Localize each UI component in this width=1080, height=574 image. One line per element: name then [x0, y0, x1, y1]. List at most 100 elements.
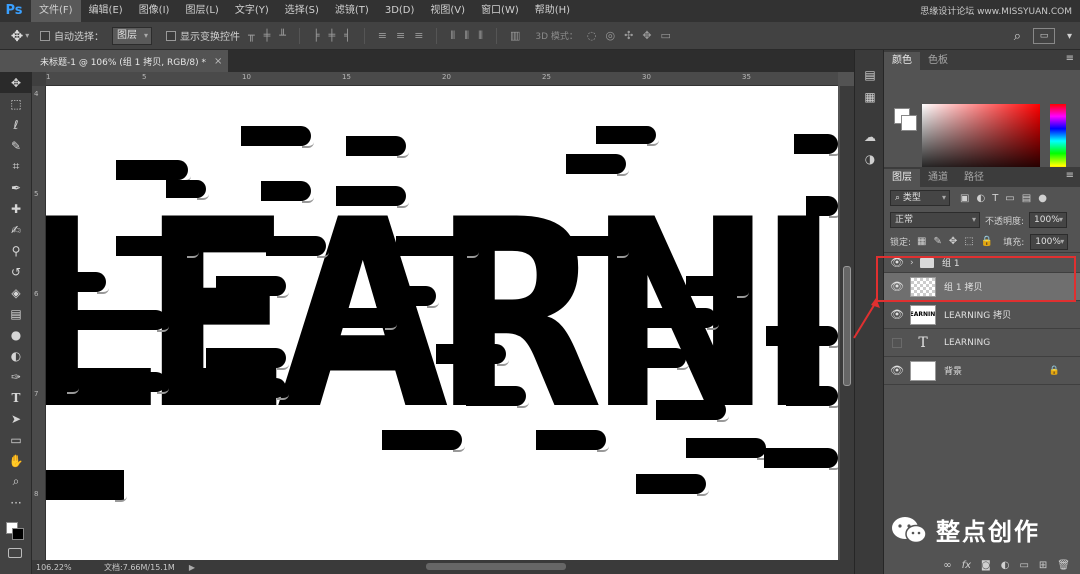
lock-transparent-icon[interactable]: ▦ — [917, 236, 926, 247]
move-tool-icon[interactable]: ✥ — [0, 72, 32, 93]
filter-type-icon[interactable]: T — [992, 193, 998, 204]
history-panel-icon[interactable]: ▤ — [855, 64, 885, 86]
canvas-area[interactable]: LEARNING — [46, 86, 838, 560]
distribute-hcenter-icon[interactable]: ⦀ — [464, 29, 469, 43]
distribute-bottom-icon[interactable]: ≡ — [414, 29, 423, 42]
align-left-icon[interactable]: ╞ — [313, 29, 320, 42]
visibility-toggle[interactable] — [892, 337, 902, 348]
new-layer-icon[interactable]: ⊞ — [1039, 560, 1047, 571]
align-top-icon[interactable]: ╥ — [248, 29, 255, 42]
history-brush-tool-icon[interactable]: ↺ — [0, 261, 32, 282]
layer-row[interactable]: 👁 LEARNING LEARNING 拷贝 — [884, 301, 1080, 329]
brush-tool-icon[interactable]: ✍ — [0, 219, 32, 240]
blur-tool-icon[interactable]: ● — [0, 324, 32, 345]
menu-filter[interactable]: 滤镜(T) — [327, 0, 377, 22]
new-group-icon[interactable]: ▭ — [1019, 560, 1028, 571]
add-mask-icon[interactable]: ◙ — [981, 560, 991, 571]
tab-channels[interactable]: 通道 — [920, 169, 956, 187]
menu-help[interactable]: 帮助(H) — [527, 0, 578, 22]
document-tab[interactable]: 未标题-1 @ 106% (组 1 拷贝, RGB/8) * × — [32, 50, 228, 72]
gradient-tool-icon[interactable]: ▤ — [0, 303, 32, 324]
background-color-swatch[interactable] — [12, 528, 24, 540]
align-bottom-icon[interactable]: ╨ — [279, 29, 286, 42]
workspace-icon[interactable]: ▭ — [1032, 28, 1055, 44]
lock-paint-icon[interactable]: ✎ — [934, 236, 942, 247]
lock-all-icon[interactable]: 🔒 — [981, 236, 993, 247]
menu-type[interactable]: 文字(Y) — [227, 0, 277, 22]
horizontal-scroll-thumb[interactable] — [426, 563, 566, 570]
lasso-tool-icon[interactable]: ℓ — [0, 114, 32, 135]
3d-rotate-icon[interactable]: ◌ — [587, 29, 597, 42]
background-swatch[interactable] — [901, 115, 917, 131]
workspace-dropdown-icon[interactable]: ▾ — [1067, 31, 1072, 42]
status-menu-arrow-icon[interactable]: ▶ — [189, 563, 195, 572]
layer-row[interactable]: T LEARNING — [884, 329, 1080, 357]
menu-image[interactable]: 图像(I) — [131, 0, 178, 22]
filter-shape-icon[interactable]: ▭ — [1005, 193, 1014, 204]
menu-edit[interactable]: 编辑(E) — [81, 0, 131, 22]
filter-toggle-icon[interactable]: ● — [1038, 193, 1047, 204]
distribute-left-icon[interactable]: ⦀ — [450, 29, 455, 43]
3d-roll-icon[interactable]: ◎ — [605, 29, 615, 42]
eye-icon[interactable]: 👁 — [884, 308, 910, 321]
layer-style-icon[interactable]: fx — [962, 560, 971, 571]
menu-select[interactable]: 选择(S) — [277, 0, 327, 22]
menu-file[interactable]: 文件(F) — [31, 0, 81, 22]
quick-mask-icon[interactable] — [8, 548, 22, 558]
lock-artboard-icon[interactable]: ⬚ — [964, 236, 973, 247]
align-right-icon[interactable]: ╡ — [344, 29, 351, 42]
move-tool-preset-icon[interactable]: ✥ ▾ — [0, 22, 40, 50]
filter-smart-icon[interactable]: ▤ — [1022, 193, 1031, 204]
search-icon[interactable]: ⌕ — [1014, 29, 1021, 44]
opacity-input[interactable]: 100% — [1029, 212, 1068, 228]
link-layers-icon[interactable]: ∞ — [943, 560, 951, 571]
clone-stamp-tool-icon[interactable]: ⚲ — [0, 240, 32, 261]
close-icon[interactable]: × — [214, 56, 222, 67]
menu-3d[interactable]: 3D(D) — [377, 0, 423, 22]
dodge-tool-icon[interactable]: ◐ — [0, 345, 32, 366]
tab-color[interactable]: 颜色 — [884, 52, 920, 70]
eye-icon[interactable]: 👁 — [884, 364, 910, 377]
healing-brush-tool-icon[interactable]: ✚ — [0, 198, 32, 219]
distribute-vcenter-icon[interactable]: ≡ — [396, 29, 405, 42]
layer-row[interactable]: 👁 背景 🔒 — [884, 357, 1080, 385]
marquee-tool-icon[interactable]: ⬚ — [0, 93, 32, 114]
panel-menu-icon[interactable]: ≡ — [1066, 170, 1074, 181]
blend-mode-select[interactable]: 正常 — [890, 212, 980, 228]
menu-window[interactable]: 窗口(W) — [473, 0, 527, 22]
tab-layers[interactable]: 图层 — [884, 169, 920, 187]
zoom-tool-icon[interactable]: ⌕ — [0, 471, 32, 492]
3d-slide-icon[interactable]: ✥ — [642, 29, 651, 42]
type-tool-icon[interactable]: T — [0, 387, 32, 408]
auto-align-icon[interactable]: ▥ — [510, 29, 520, 42]
scroll-thumb[interactable] — [843, 266, 851, 386]
3d-scale-icon[interactable]: ▭ — [661, 29, 671, 42]
show-transform-checkbox[interactable]: 显示变换控件 — [166, 28, 240, 43]
align-hcenter-icon[interactable]: ╪ — [329, 29, 336, 42]
filter-kind-select[interactable]: ⌕ 类型 — [890, 190, 950, 206]
crop-tool-icon[interactable]: ⌗ — [0, 156, 32, 177]
filter-pixel-icon[interactable]: ▣ — [960, 193, 969, 204]
distribute-right-icon[interactable]: ⦀ — [478, 29, 483, 43]
eyedropper-tool-icon[interactable]: ✒ — [0, 177, 32, 198]
auto-select-target-select[interactable]: 图层 — [112, 26, 152, 45]
3d-pan-icon[interactable]: ✣ — [624, 29, 633, 42]
quick-select-tool-icon[interactable]: ✎ — [0, 135, 32, 156]
new-adjustment-icon[interactable]: ◐ — [1001, 560, 1010, 571]
more-tools-icon[interactable]: ··· — [0, 492, 32, 513]
eraser-tool-icon[interactable]: ◈ — [0, 282, 32, 303]
properties-panel-icon[interactable]: ▦ — [855, 86, 885, 108]
pen-tool-icon[interactable]: ✑ — [0, 366, 32, 387]
distribute-top-icon[interactable]: ≡ — [378, 29, 387, 42]
auto-select-checkbox[interactable]: 自动选择： — [40, 28, 104, 43]
hand-tool-icon[interactable]: ✋ — [0, 450, 32, 471]
lock-position-icon[interactable]: ✥ — [949, 236, 957, 247]
tab-paths[interactable]: 路径 — [956, 169, 992, 187]
filter-adjust-icon[interactable]: ◐ — [976, 193, 985, 204]
delete-layer-icon[interactable]: 🗑 — [1057, 560, 1070, 571]
panel-menu-icon[interactable]: ≡ — [1066, 53, 1074, 64]
fill-input[interactable]: 100% — [1030, 233, 1069, 250]
menu-view[interactable]: 视图(V) — [422, 0, 473, 22]
document-canvas[interactable]: LEARNING — [46, 86, 838, 560]
menu-layer[interactable]: 图层(L) — [177, 0, 226, 22]
